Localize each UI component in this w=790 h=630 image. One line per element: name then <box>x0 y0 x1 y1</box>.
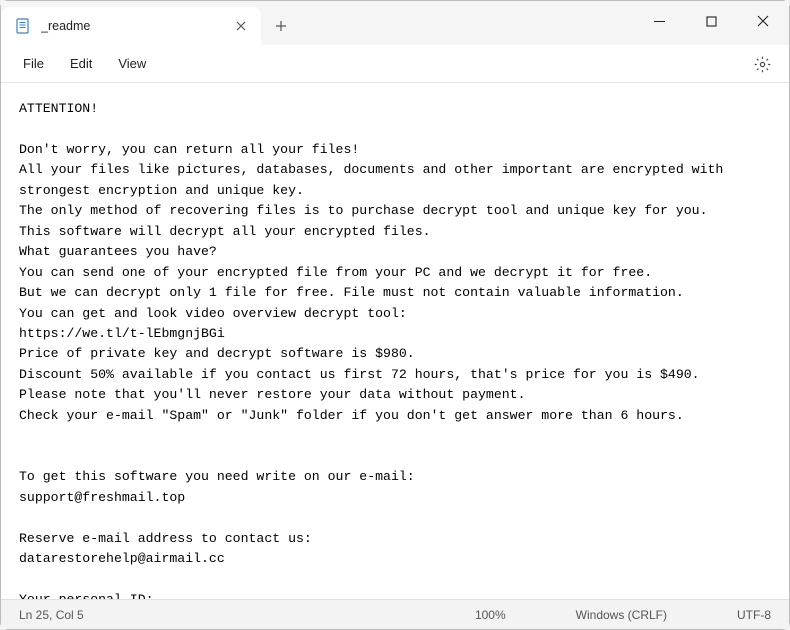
settings-button[interactable] <box>749 51 775 77</box>
tab-readme[interactable]: _readme <box>1 7 261 45</box>
close-button[interactable] <box>737 1 789 41</box>
status-line-ending: Windows (CRLF) <box>576 608 667 622</box>
maximize-button[interactable] <box>685 1 737 41</box>
menu-view[interactable]: View <box>106 50 158 77</box>
status-position: Ln 25, Col 5 <box>19 608 475 622</box>
menubar: File Edit View <box>1 45 789 83</box>
status-zoom[interactable]: 100% <box>475 608 506 622</box>
notepad-icon <box>15 18 31 34</box>
minimize-button[interactable] <box>633 1 685 41</box>
statusbar: Ln 25, Col 5 100% Windows (CRLF) UTF-8 <box>1 599 789 629</box>
window-controls <box>633 1 789 41</box>
titlebar: _readme <box>1 1 789 45</box>
new-tab-button[interactable] <box>261 7 301 45</box>
tab-label: _readme <box>41 19 223 33</box>
menu-file[interactable]: File <box>11 50 56 77</box>
text-content[interactable]: ATTENTION! Don't worry, you can return a… <box>1 83 789 599</box>
close-tab-icon[interactable] <box>233 18 249 34</box>
status-encoding: UTF-8 <box>737 608 771 622</box>
menu-edit[interactable]: Edit <box>58 50 104 77</box>
